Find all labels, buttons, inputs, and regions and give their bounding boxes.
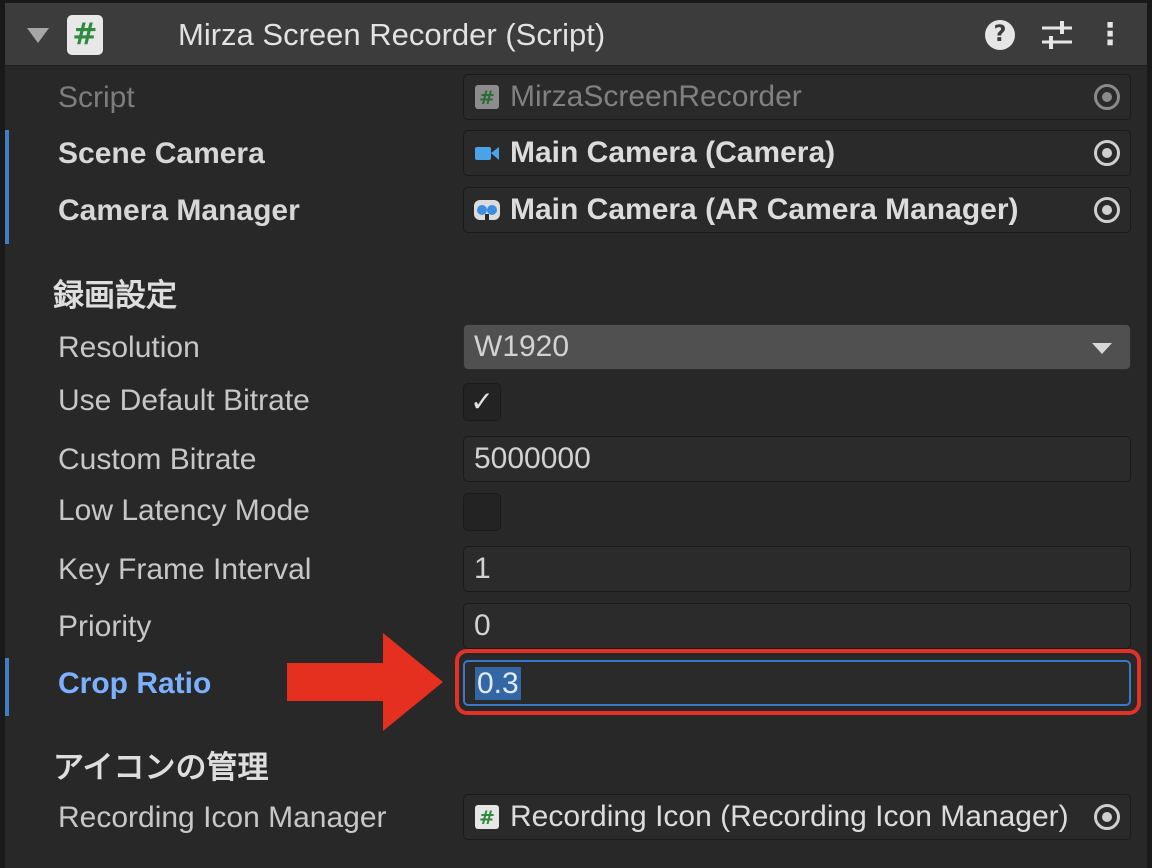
- script-label: Script: [58, 81, 135, 114]
- row-low-latency-mode: Low Latency Mode: [5, 491, 1147, 535]
- object-picker-icon: [1084, 75, 1130, 119]
- section-icon-management: アイコンの管理: [53, 750, 269, 786]
- help-icon-glyph: ?: [985, 20, 1015, 50]
- row-recording-icon-manager: Recording Icon Manager # Recording Icon …: [5, 794, 1147, 842]
- script-file-icon-svg: #: [475, 85, 499, 109]
- script-file-icon-svg: #: [475, 805, 499, 829]
- presets-icon-svg: [1042, 21, 1072, 49]
- custom-bitrate-label: Custom Bitrate: [58, 443, 257, 476]
- resolution-dropdown[interactable]: W1920: [463, 324, 1131, 370]
- resolution-value: W1920: [474, 330, 570, 363]
- key-frame-interval-input[interactable]: 1: [463, 546, 1131, 592]
- custom-bitrate-value: 5000000: [474, 442, 591, 475]
- focus-bar: [5, 658, 9, 716]
- script-field: # MirzaScreenRecorder: [463, 74, 1131, 120]
- camera-icon: [474, 140, 500, 166]
- presets-icon[interactable]: [1039, 17, 1075, 53]
- scene-camera-value: Main Camera (Camera): [510, 136, 836, 169]
- help-icon[interactable]: ?: [984, 17, 1016, 53]
- row-camera-manager: Camera Manager Main Camera (AR Camera Ma…: [5, 187, 1147, 235]
- object-picker-icon[interactable]: [1084, 131, 1130, 175]
- resolution-label: Resolution: [58, 331, 200, 364]
- row-use-default-bitrate: Use Default Bitrate ✓: [5, 381, 1147, 425]
- scene-camera-label: Scene Camera: [58, 137, 265, 170]
- priority-value: 0: [474, 609, 491, 642]
- camera-icon-svg: [475, 147, 499, 160]
- use-default-bitrate-label: Use Default Bitrate: [58, 384, 310, 417]
- script-file-icon: #: [474, 84, 500, 110]
- low-latency-mode-checkbox[interactable]: [463, 493, 501, 531]
- key-frame-interval-value: 1: [474, 552, 491, 585]
- row-priority: Priority 0: [5, 603, 1147, 651]
- script-icon: #: [67, 15, 103, 55]
- row-key-frame-interval: Key Frame Interval 1: [5, 546, 1147, 594]
- inspector-panel: # Mirza Screen Recorder (Script) ? ⋮ Scr…: [0, 0, 1152, 868]
- camera-manager-field[interactable]: Main Camera (AR Camera Manager): [463, 187, 1131, 233]
- more-options-icon[interactable]: ⋮: [1095, 17, 1125, 53]
- section-recording-settings: 録画設定: [53, 278, 177, 314]
- object-picker-icon[interactable]: [1084, 188, 1130, 232]
- camera-manager-label: Camera Manager: [58, 194, 300, 227]
- scene-camera-field[interactable]: Main Camera (Camera): [463, 130, 1131, 176]
- low-latency-mode-label: Low Latency Mode: [58, 494, 310, 527]
- red-arrow-icon: [287, 633, 443, 731]
- ar-camera-manager-icon: [474, 197, 500, 223]
- row-script: Script # MirzaScreenRecorder: [5, 74, 1147, 122]
- highlight-box: [455, 649, 1141, 715]
- use-default-bitrate-checkbox[interactable]: ✓: [463, 383, 501, 421]
- row-custom-bitrate: Custom Bitrate 5000000: [5, 436, 1147, 484]
- recording-icon-manager-field[interactable]: # Recording Icon (Recording Icon Manager…: [463, 794, 1131, 840]
- script-file-icon: #: [474, 804, 500, 830]
- ar-camera-manager-icon-svg: [474, 200, 500, 220]
- row-scene-camera: Scene Camera Main Camera (Camera): [5, 130, 1147, 244]
- priority-input[interactable]: 0: [463, 603, 1131, 649]
- recording-icon-manager-label: Recording Icon Manager: [58, 801, 387, 834]
- custom-bitrate-input[interactable]: 5000000: [463, 436, 1131, 482]
- camera-manager-value: Main Camera (AR Camera Manager): [510, 193, 1019, 226]
- priority-label: Priority: [58, 610, 152, 643]
- foldout-arrow-icon[interactable]: [27, 28, 49, 43]
- frame-right: [1147, 0, 1152, 868]
- component-title: Mirza Screen Recorder (Script): [178, 17, 606, 52]
- crop-ratio-label: Crop Ratio: [58, 667, 212, 700]
- recording-icon-file-mark: #: [479, 807, 495, 829]
- script-value: MirzaScreenRecorder: [510, 80, 802, 113]
- object-picker-icon[interactable]: [1084, 795, 1130, 839]
- script-file-icon-mark: #: [479, 87, 495, 109]
- row-resolution: Resolution W1920: [5, 324, 1147, 372]
- component-header[interactable]: # Mirza Screen Recorder (Script) ? ⋮: [5, 3, 1147, 66]
- recording-icon-manager-value: Recording Icon (Recording Icon Manager): [510, 800, 1069, 833]
- dropdown-arrow-icon: [1092, 343, 1112, 354]
- key-frame-interval-label: Key Frame Interval: [58, 553, 312, 586]
